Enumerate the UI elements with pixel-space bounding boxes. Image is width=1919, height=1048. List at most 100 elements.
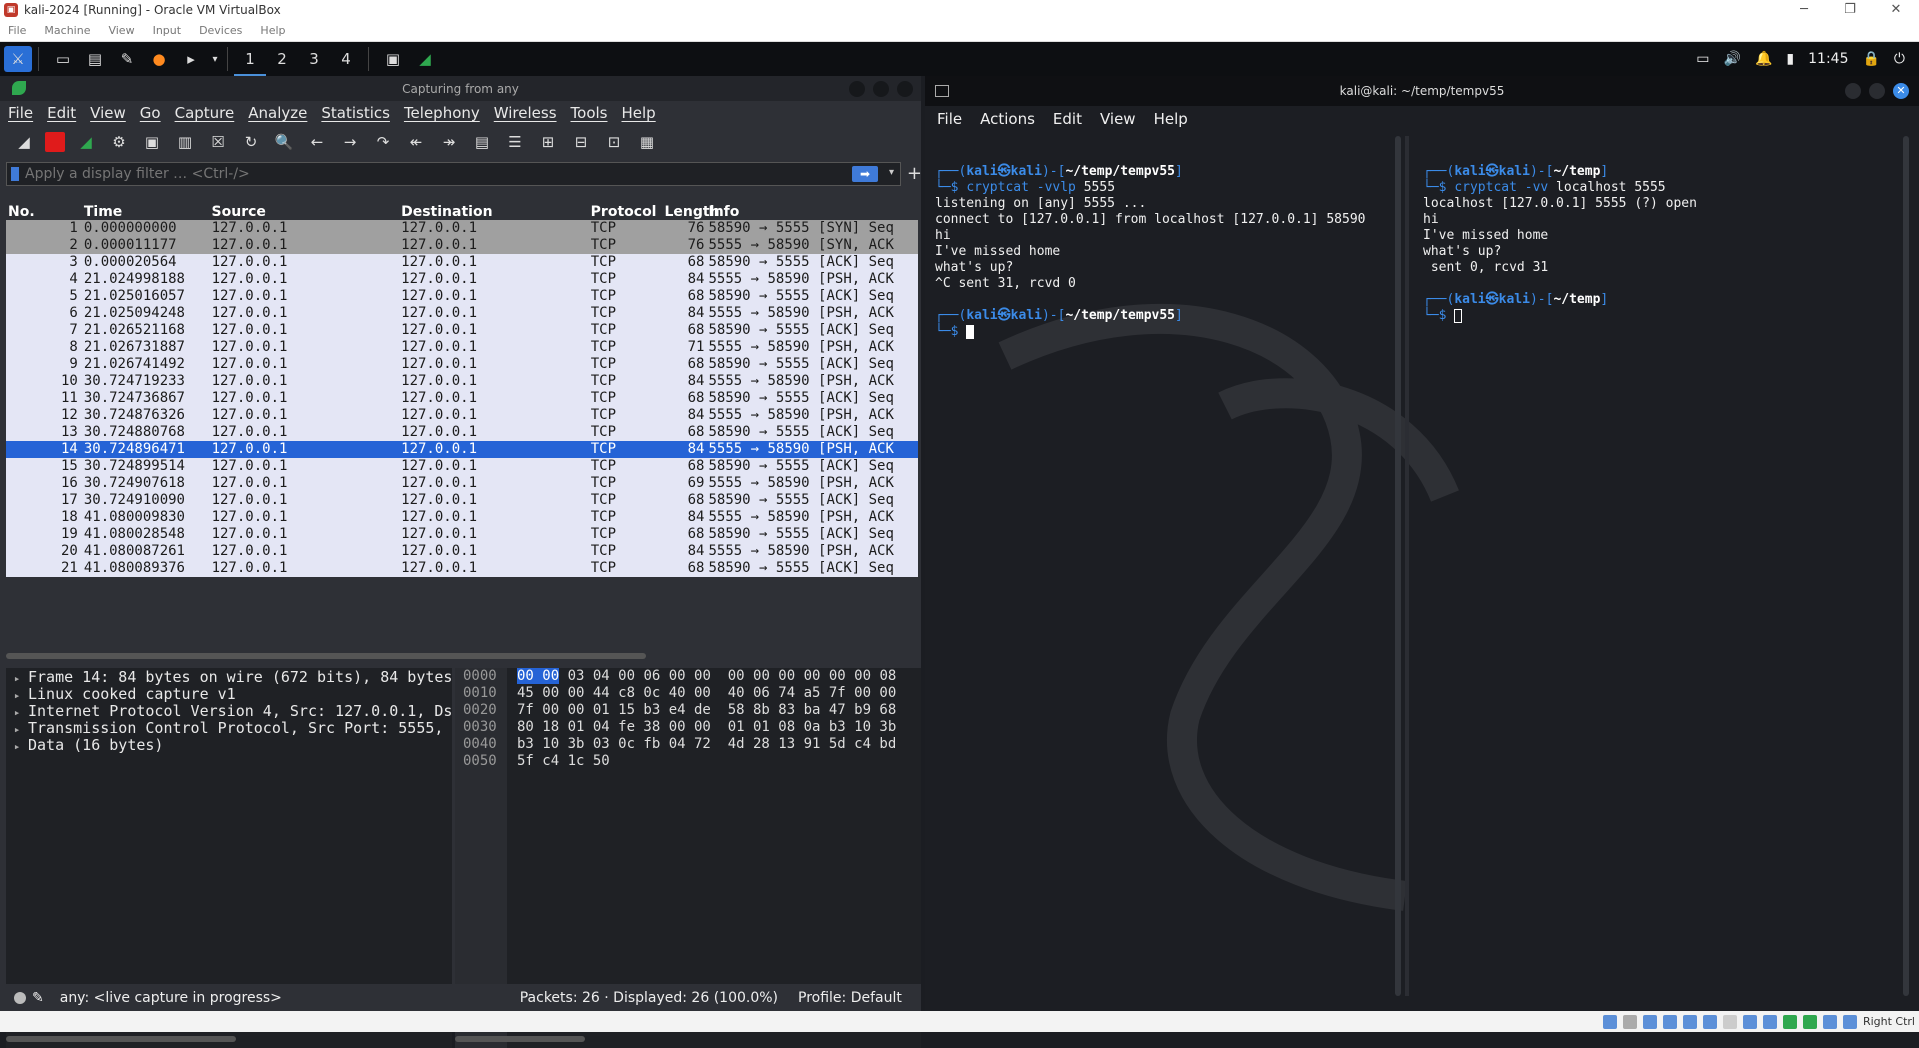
packet-row[interactable]: 6 21.025094248 127.0.0.1 127.0.0.1 TCP 84 5555…	[6, 305, 918, 322]
col-no[interactable]: No.	[6, 204, 84, 220]
apply-filter-icon[interactable]: ➡	[852, 166, 878, 182]
filter-dropdown-icon[interactable]: ▾	[889, 167, 894, 178]
ws-menu-telephony[interactable]: Telephony	[404, 104, 480, 122]
left-pane-scrollbar[interactable]	[1395, 136, 1401, 996]
terminal-split-divider[interactable]	[1405, 136, 1409, 996]
add-filter-button-icon[interactable]: +	[907, 163, 922, 184]
file-manager-icon[interactable]: ▤	[81, 46, 109, 72]
hex-line[interactable]: 00 00 03 04 00 06 00 00 00 00 00 00 00 0…	[517, 668, 896, 685]
packet-row[interactable]: 17 30.724910090 127.0.0.1 127.0.0.1 TCP 68 585…	[6, 492, 918, 509]
power-icon[interactable]: ⏻	[1894, 51, 1905, 67]
save-file-icon[interactable]: ▥	[173, 130, 197, 154]
shared-folders-icon[interactable]	[1702, 1014, 1717, 1029]
right-pane-scrollbar[interactable]	[1903, 136, 1909, 996]
ws-menu-wireless[interactable]: Wireless	[494, 104, 557, 122]
bookmark-icon[interactable]	[11, 167, 19, 181]
hex-selected-bytes[interactable]: 00 00	[517, 668, 560, 684]
packet-row[interactable]: 1 0.000000000 127.0.0.1 127.0.0.1 TCP 76 58590…	[6, 220, 918, 237]
display-icon[interactable]: ▭	[1696, 51, 1709, 67]
terminal-pane-left[interactable]: ┌──(kali㉿kali)-[~/temp/tempv55] └─$ cryp…	[935, 148, 1365, 340]
text-editor-icon[interactable]: ✎	[113, 46, 141, 72]
zoom-in-icon[interactable]: ⊞	[536, 130, 560, 154]
details-hscrollbar[interactable]	[6, 1036, 236, 1042]
ws-minimize-button[interactable]	[849, 81, 865, 97]
col-source[interactable]: Source	[212, 204, 402, 220]
packet-row[interactable]: 8 21.026731887 127.0.0.1 127.0.0.1 TCP 71 5555…	[6, 339, 918, 356]
ws-menu-view[interactable]: View	[90, 104, 126, 122]
packet-row[interactable]: 13 30.724880768 127.0.0.1 127.0.0.1 TCP 68 585…	[6, 424, 918, 441]
col-time[interactable]: Time	[84, 204, 212, 220]
packet-row[interactable]: 5 21.025016057 127.0.0.1 127.0.0.1 TCP 68 5859…	[6, 288, 918, 305]
guest-additions-icon[interactable]	[1782, 1014, 1797, 1029]
packet-row[interactable]: 2 0.000011177 127.0.0.1 127.0.0.1 TCP 76 5555 …	[6, 237, 918, 254]
recording-icon[interactable]	[1742, 1014, 1757, 1029]
minimize-icon[interactable]: ─	[1781, 0, 1827, 20]
ws-menu-file[interactable]: File	[8, 104, 33, 122]
ws-close-button[interactable]	[897, 81, 913, 97]
hex-line[interactable]: 7f 00 00 01 15 b3 e4 de 58 8b 83 ba 47 b…	[517, 702, 896, 719]
vbox-menu-input[interactable]: Input	[153, 24, 191, 37]
restart-capture-icon[interactable]: ◢	[74, 130, 98, 154]
col-info[interactable]: Info	[709, 204, 919, 220]
term-maximize-button[interactable]	[1869, 83, 1885, 99]
display-status-icon[interactable]	[1722, 1014, 1737, 1029]
go-forward-icon[interactable]: →	[338, 130, 362, 154]
battery-icon[interactable]: ▮	[1786, 51, 1794, 67]
ws-menu-help[interactable]: Help	[621, 104, 655, 122]
zoom-out-icon[interactable]: ⊟	[569, 130, 593, 154]
vbox-menu-help[interactable]: Help	[260, 24, 295, 37]
ws-menu-edit[interactable]: Edit	[47, 104, 76, 122]
detail-data[interactable]: ▸ Data (16 bytes)	[6, 736, 452, 753]
resize-columns-icon[interactable]: ▦	[635, 130, 659, 154]
go-to-packet-icon[interactable]: ↷	[371, 130, 395, 154]
packet-row[interactable]: 7 21.026521168 127.0.0.1 127.0.0.1 TCP 68 5859…	[6, 322, 918, 339]
cpu-icon[interactable]	[1802, 1014, 1817, 1029]
ws-menu-statistics[interactable]: Statistics	[321, 104, 390, 122]
workspace-3[interactable]: 3	[298, 42, 330, 76]
packet-row[interactable]: 21 41.080089376 127.0.0.1 127.0.0.1 TCP 68 585…	[6, 560, 918, 577]
ws-menu-analyze[interactable]: Analyze	[248, 104, 307, 122]
packet-row[interactable]: 3 0.000020564 127.0.0.1 127.0.0.1 TCP 68 58590…	[6, 254, 918, 271]
capture-comment-icon[interactable]: ✎	[32, 990, 44, 1006]
packet-row[interactable]: 10 30.724719233 127.0.0.1 127.0.0.1 TCP 84 555…	[6, 373, 918, 390]
host-key-icon[interactable]	[1842, 1014, 1857, 1029]
taskbar-terminal-icon[interactable]: ▣	[379, 46, 407, 72]
packet-row[interactable]: 12 30.724876326 127.0.0.1 127.0.0.1 TCP 84 555…	[6, 407, 918, 424]
network-icon[interactable]	[1662, 1014, 1677, 1029]
detail-linux-cooked[interactable]: ▸ Linux cooked capture v1	[6, 685, 452, 702]
col-destination[interactable]: Destination	[401, 204, 591, 220]
workspace-1[interactable]: 1	[234, 42, 266, 76]
ws-menu-tools[interactable]: Tools	[571, 104, 608, 122]
workspace-4[interactable]: 4	[330, 42, 362, 76]
col-length[interactable]: Length	[663, 204, 720, 220]
ws-menu-capture[interactable]: Capture	[175, 104, 235, 122]
vbox-menu-file[interactable]: File	[8, 24, 36, 37]
hex-hscrollbar[interactable]	[455, 1036, 585, 1042]
ws-maximize-button[interactable]	[873, 81, 889, 97]
packet-row[interactable]: 9 21.026741492 127.0.0.1 127.0.0.1 TCP 68 5859…	[6, 356, 918, 373]
mouse-integration-icon[interactable]	[1822, 1014, 1837, 1029]
optical-drive-icon[interactable]	[1622, 1014, 1637, 1029]
reload-icon[interactable]: ↻	[239, 130, 263, 154]
display-filter-input[interactable]	[25, 166, 805, 182]
notification-bell-icon[interactable]: 🔔	[1755, 51, 1772, 67]
lock-icon[interactable]: 🔒	[1862, 51, 1879, 67]
usb-icon[interactable]	[1682, 1014, 1697, 1029]
first-packet-icon[interactable]: ↞	[404, 130, 428, 154]
open-file-icon[interactable]: ▣	[140, 130, 164, 154]
taskbar-wireshark-icon[interactable]: ◢	[411, 46, 439, 72]
chevron-down-icon[interactable]: ▾	[209, 46, 221, 72]
vbox-menu-machine[interactable]: Machine	[44, 24, 100, 37]
hex-line[interactable]: 45 00 00 44 c8 0c 40 00 40 06 74 a5 7f 0…	[517, 685, 896, 702]
colorize-icon[interactable]: ☰	[503, 130, 527, 154]
vbox-menu-view[interactable]: View	[108, 24, 144, 37]
packet-list-hscrollbar[interactable]	[6, 653, 646, 659]
ws-menu-go[interactable]: Go	[140, 104, 161, 122]
find-packet-icon[interactable]: 🔍	[272, 130, 296, 154]
packet-row[interactable]: 18 41.080009830 127.0.0.1 127.0.0.1 TCP 84 555…	[6, 509, 918, 526]
terminal-pane-right[interactable]: ┌──(kali㉿kali)-[~/temp] └─$ cryptcat -vv…	[1423, 148, 1697, 324]
maximize-icon[interactable]: ❐	[1827, 0, 1873, 20]
workspace-2[interactable]: 2	[266, 42, 298, 76]
packet-row[interactable]: 19 41.080028548 127.0.0.1 127.0.0.1 TCP 68 585…	[6, 526, 918, 543]
detail-tcp[interactable]: ▸ Transmission Control Protocol, Src Port…	[6, 719, 452, 736]
